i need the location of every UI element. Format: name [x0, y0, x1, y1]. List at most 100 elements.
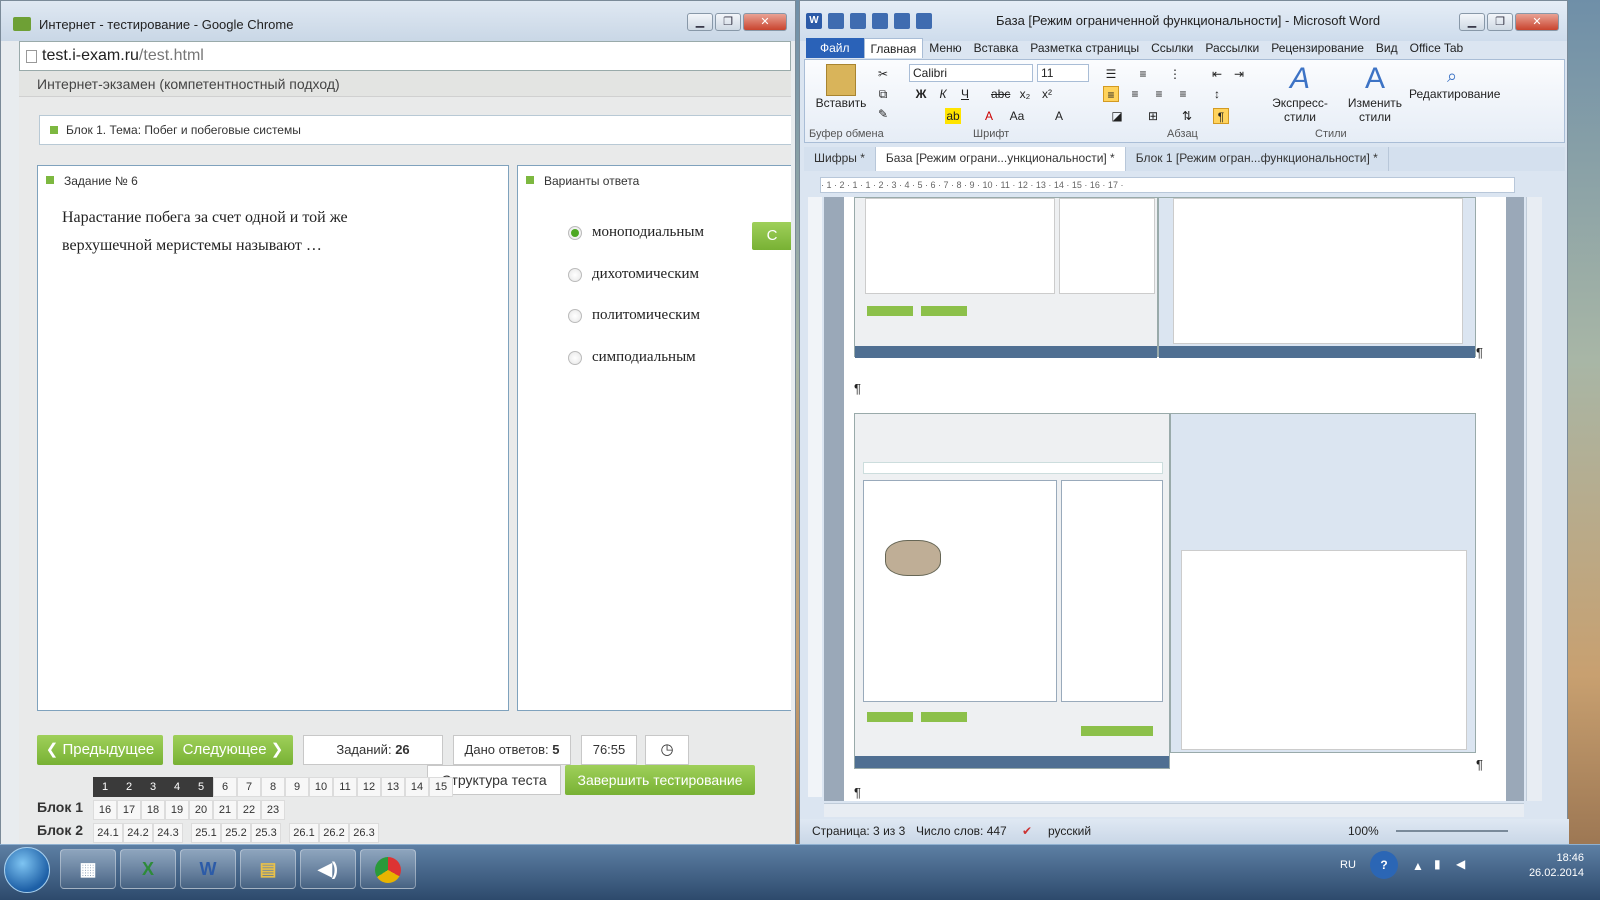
radio-selected-icon[interactable]: [568, 225, 582, 240]
task-cell[interactable]: 14: [405, 777, 429, 797]
zoom-slider[interactable]: [1396, 830, 1508, 832]
word-taskbar-icon[interactable]: W: [180, 849, 236, 889]
minimize-button[interactable]: ▁: [1459, 13, 1485, 31]
previous-button[interactable]: ❮ Предыдущее: [37, 735, 163, 765]
numbering-icon[interactable]: ≡: [1135, 66, 1151, 82]
task-cell[interactable]: 17: [117, 800, 141, 820]
task-cell[interactable]: 25.1: [191, 823, 221, 843]
tab-insert[interactable]: Вставка: [968, 41, 1025, 55]
tab-page-layout[interactable]: Разметка страницы: [1024, 41, 1145, 55]
task-cell[interactable]: 11: [333, 777, 357, 797]
decrease-indent-icon[interactable]: ⇤: [1209, 66, 1225, 82]
show-formatting-icon[interactable]: ¶: [1213, 108, 1229, 124]
tab-menu[interactable]: Меню: [923, 41, 967, 55]
justify-icon[interactable]: ≡: [1175, 86, 1191, 102]
maximize-button[interactable]: ❐: [715, 13, 741, 31]
change-styles-button[interactable]: A Изменить стили: [1343, 62, 1407, 124]
volume-icon[interactable]: ◀: [1456, 857, 1465, 871]
tab-review[interactable]: Рецензирование: [1265, 41, 1370, 55]
doc-tab[interactable]: Шифры *: [804, 147, 876, 171]
speaker-taskbar-icon[interactable]: ◀): [300, 849, 356, 889]
clock[interactable]: 18:46 26.02.2014: [1529, 851, 1584, 881]
save-icon[interactable]: [828, 13, 844, 29]
bold-icon[interactable]: Ж: [913, 86, 929, 102]
task-cell[interactable]: 18: [141, 800, 165, 820]
finish-button[interactable]: Завершить тестирование: [565, 765, 755, 795]
cut-icon[interactable]: ✂: [875, 66, 891, 82]
tab-view[interactable]: Вид: [1370, 41, 1404, 55]
print-icon[interactable]: [894, 13, 910, 29]
calculator-taskbar-icon[interactable]: ▦: [60, 849, 116, 889]
format-painter-icon[interactable]: ✎: [875, 106, 891, 122]
radio-icon[interactable]: [568, 308, 582, 323]
document-page[interactable]: ¶ ¶ ¶ ¶: [844, 197, 1506, 801]
font-name-select[interactable]: Calibri: [909, 64, 1033, 82]
task-cell[interactable]: 26.2: [319, 823, 349, 843]
answer-option[interactable]: симподиальным: [568, 349, 696, 366]
shading-icon[interactable]: ◪: [1109, 108, 1125, 124]
language-indicator[interactable]: RU: [1340, 859, 1356, 871]
task-cell[interactable]: 19: [165, 800, 189, 820]
tab-file[interactable]: Файл: [806, 38, 864, 58]
bullets-icon[interactable]: ☰: [1103, 66, 1119, 82]
close-button[interactable]: ✕: [743, 13, 787, 31]
task-cell[interactable]: 24.3: [153, 823, 183, 843]
task-cell[interactable]: 8: [261, 777, 285, 797]
font-color-icon[interactable]: A: [981, 108, 997, 124]
radio-icon[interactable]: [568, 350, 582, 365]
clock-icon[interactable]: ◷: [645, 735, 689, 765]
task-cell[interactable]: 26.3: [349, 823, 379, 843]
next-button[interactable]: Следующее ❯: [173, 735, 293, 765]
document-area[interactable]: ¶ ¶ ¶ ¶: [824, 197, 1524, 801]
task-cell[interactable]: 13: [381, 777, 405, 797]
task-cell[interactable]: 21: [213, 800, 237, 820]
superscript-icon[interactable]: x²: [1039, 86, 1055, 102]
task-cell[interactable]: 25.3: [251, 823, 281, 843]
align-center-icon[interactable]: ≡: [1127, 86, 1143, 102]
task-cell[interactable]: 16: [93, 800, 117, 820]
explorer-taskbar-icon[interactable]: ▤: [240, 849, 296, 889]
side-button[interactable]: С: [752, 222, 791, 250]
tab-home[interactable]: Главная: [863, 38, 924, 58]
close-button[interactable]: ✕: [1515, 13, 1559, 31]
undo-icon[interactable]: [850, 13, 866, 29]
chrome-taskbar-icon[interactable]: [360, 849, 416, 889]
tab-mailings[interactable]: Рассылки: [1199, 41, 1265, 55]
sort-icon[interactable]: ⇅: [1179, 108, 1195, 124]
status-words[interactable]: Число слов: 447: [916, 819, 1007, 843]
grow-font-icon[interactable]: A: [1051, 108, 1067, 124]
network-icon[interactable]: ▮: [1434, 857, 1441, 871]
task-cell[interactable]: 24.2: [123, 823, 153, 843]
task-cell[interactable]: 2: [117, 777, 141, 797]
task-cell[interactable]: 12: [357, 777, 381, 797]
task-cell[interactable]: 24.1: [93, 823, 123, 843]
underline-icon[interactable]: Ч: [957, 86, 973, 102]
answer-option[interactable]: моноподиальным: [568, 224, 704, 241]
task-cell[interactable]: 3: [141, 777, 165, 797]
task-cell[interactable]: 22: [237, 800, 261, 820]
task-cell[interactable]: 1: [93, 777, 117, 797]
spellcheck-icon[interactable]: ✔: [1022, 819, 1032, 843]
redo-icon[interactable]: [872, 13, 888, 29]
align-left-icon[interactable]: ≡: [1103, 86, 1119, 102]
task-cell[interactable]: 23: [261, 800, 285, 820]
start-button[interactable]: [4, 847, 50, 893]
answer-option[interactable]: политомическим: [568, 307, 700, 324]
strikethrough-icon[interactable]: abc: [991, 86, 1010, 102]
vertical-scrollbar[interactable]: [1526, 197, 1542, 801]
open-folder-icon[interactable]: [916, 13, 932, 29]
multilevel-list-icon[interactable]: ⋮: [1167, 66, 1183, 82]
task-cell[interactable]: 25.2: [221, 823, 251, 843]
task-cell[interactable]: 26.1: [289, 823, 319, 843]
change-case-icon[interactable]: Aa: [1009, 108, 1025, 124]
address-bar[interactable]: test.i-exam.ru/test.html: [19, 41, 791, 71]
horizontal-scrollbar[interactable]: [824, 803, 1524, 817]
line-spacing-icon[interactable]: ↕: [1209, 86, 1225, 102]
task-cell[interactable]: 9: [285, 777, 309, 797]
increase-indent-icon[interactable]: ⇥: [1231, 66, 1247, 82]
task-cell[interactable]: 6: [213, 777, 237, 797]
express-styles-button[interactable]: A Экспресс-стили: [1257, 62, 1343, 124]
editing-button[interactable]: ⌕ Редактирование: [1409, 66, 1500, 101]
tab-office-tab[interactable]: Office Tab: [1404, 41, 1470, 55]
copy-icon[interactable]: ⧉: [875, 86, 891, 102]
